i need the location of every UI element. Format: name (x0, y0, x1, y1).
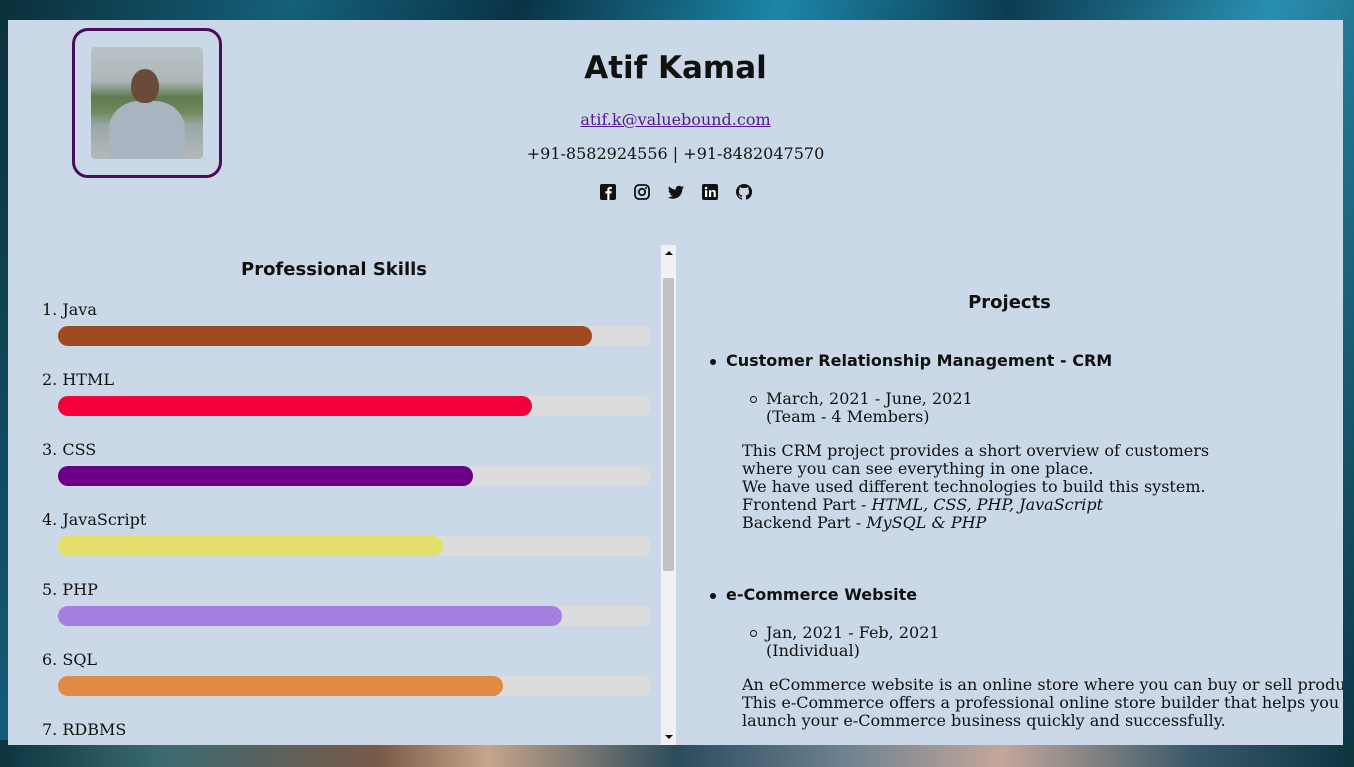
skill-item: 5. PHP (42, 580, 654, 626)
projects-heading: Projects (968, 292, 1051, 313)
skill-progress-fill (58, 396, 533, 416)
scroll-up-arrow-icon[interactable] (661, 245, 676, 261)
skills-panel: Professional Skills 1. Java 2. HTML 3. CSS… (8, 245, 676, 745)
project-desc-line: This e-Commerce offers a professional on… (742, 693, 1340, 712)
email-link[interactable]: atif.k@valuebound.com (580, 110, 770, 129)
skill-item: 6. SQL (42, 650, 654, 696)
email-line: atif.k@valuebound.com (8, 110, 1343, 129)
skill-label: 4. JavaScript (42, 510, 147, 529)
project-desc-line: We have used different technologies to b… (742, 477, 1206, 496)
project-desc-line: An eCommerce website is an online store … (742, 675, 1343, 694)
skill-label: 6. SQL (42, 650, 98, 669)
skill-label: 3. CSS (42, 440, 97, 459)
page-title: Atif Kamal (584, 50, 767, 86)
frontend-tech: HTML, CSS, PHP, JavaScript (871, 495, 1104, 514)
project-team: (Individual) (766, 641, 860, 660)
project-frontend: Frontend Part - HTML, CSS, PHP, JavaScri… (742, 496, 1103, 514)
resume-page: Atif Kamal atif.k@valuebound.com +91-858… (8, 20, 1343, 745)
social-links (8, 183, 1343, 201)
skill-label: 7. RDBMS (42, 720, 127, 739)
skill-progress-bar (58, 396, 651, 416)
skill-progress-fill (58, 536, 444, 556)
skill-progress-bar (58, 326, 651, 346)
skill-label: 5. PHP (42, 580, 98, 599)
skill-item: 4. JavaScript (42, 510, 654, 556)
linkedin-icon[interactable] (701, 183, 719, 201)
project-desc-line: This CRM project provides a short overvi… (742, 441, 1210, 460)
instagram-icon[interactable] (633, 183, 651, 201)
project-team: (Team - 4 Members) (766, 407, 930, 426)
skill-progress-fill (58, 466, 474, 486)
backend-prefix: Backend Part - (742, 513, 867, 532)
skill-item: 3. CSS (42, 440, 654, 486)
github-icon[interactable] (735, 183, 753, 201)
skill-progress-fill (58, 606, 563, 626)
skill-progress-bar (58, 536, 651, 556)
circle-bullet-icon (750, 630, 757, 637)
skill-progress-bar (58, 606, 651, 626)
skill-label: 1. Java (42, 300, 97, 319)
project-dates: March, 2021 - June, 2021 (766, 389, 973, 408)
project-title: e-Commerce Website (726, 585, 918, 604)
project-dates: Jan, 2021 - Feb, 2021 (766, 623, 940, 642)
frontend-prefix: Frontend Part - (742, 495, 872, 514)
project-desc-line: where you can see everything in one plac… (742, 459, 1094, 478)
project-desc-line: launch your e-Commerce business quickly … (742, 711, 1226, 730)
circle-bullet-icon (750, 396, 757, 403)
bullet-icon (710, 359, 716, 365)
scroll-thumb[interactable] (663, 278, 674, 571)
skill-label: 2. HTML (42, 370, 114, 389)
facebook-icon[interactable] (599, 183, 617, 201)
skills-heading: Professional Skills (241, 259, 427, 280)
skills-scrollbar[interactable] (661, 245, 676, 745)
bullet-icon (710, 593, 716, 599)
skill-progress-fill (58, 326, 592, 346)
skill-progress-bar (58, 676, 651, 696)
skill-item: 2. HTML (42, 370, 654, 416)
backend-tech: MySQL & PHP (866, 513, 987, 532)
phone-numbers: +91-8582924556 | +91-8482047570 (526, 144, 825, 163)
skill-progress-fill (58, 676, 503, 696)
scroll-down-arrow-icon[interactable] (661, 729, 676, 745)
project-backend: Backend Part - MySQL & PHP (742, 514, 986, 532)
twitter-icon[interactable] (667, 183, 685, 201)
skill-progress-bar (58, 466, 651, 486)
skill-item: 7. RDBMS (42, 720, 654, 739)
project-title: Customer Relationship Management - CRM (726, 351, 1113, 370)
skill-item: 1. Java (42, 300, 654, 346)
